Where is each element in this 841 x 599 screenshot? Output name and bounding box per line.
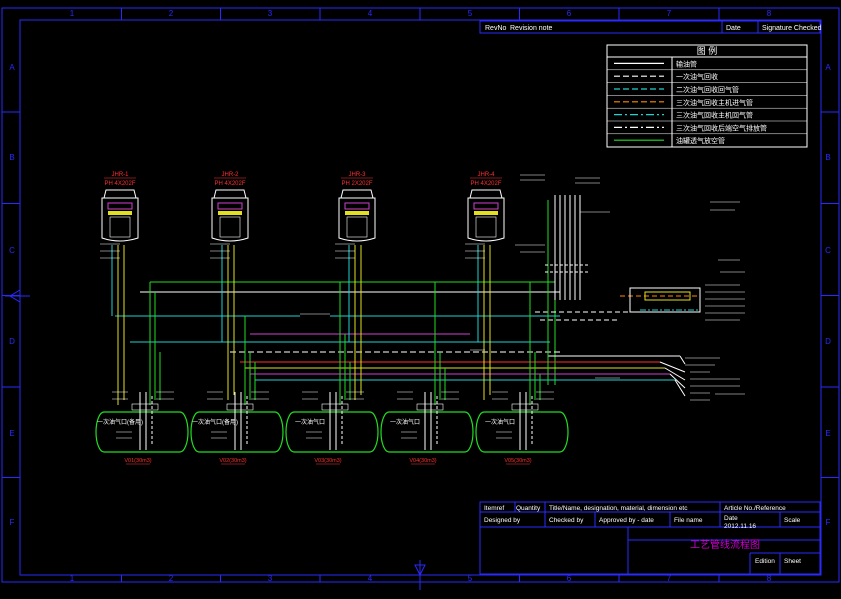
- grid-row-label: C: [825, 246, 831, 255]
- grid-column-label: 5: [468, 9, 473, 18]
- tb-title-name: Title/Name, designation, material, dimen…: [549, 505, 688, 512]
- grid-column-label: 5: [468, 574, 473, 583]
- grid-row-label: E: [9, 429, 14, 438]
- legend-item-label: 输油管: [676, 59, 697, 68]
- dispenser-panel: [345, 211, 369, 215]
- rev-no-label: RevNo: [485, 25, 507, 32]
- grid-row-label: F: [10, 518, 15, 527]
- dispenser-model: PH 2X202F: [341, 181, 372, 187]
- tank-tag: V01(30m3): [124, 458, 151, 464]
- tank-label: 一次油气口: [485, 418, 515, 426]
- dispenser-name: JHR-4: [477, 172, 495, 178]
- tank-tag: V03(30m3): [314, 458, 341, 464]
- legend-title: 图 例: [697, 45, 718, 56]
- tb-edition: Edition: [755, 558, 775, 565]
- tb-sheet: Sheet: [784, 558, 801, 565]
- signature-checked-label: Signature Checked: [762, 25, 822, 32]
- grid-column-label: 8: [767, 9, 772, 18]
- grid-column-label: 3: [268, 574, 273, 583]
- dispenser-panel: [474, 211, 498, 215]
- dispenser-panel: [218, 211, 242, 215]
- tb-checked-by: Checked by: [549, 517, 584, 524]
- tb-item-ref: Itemref: [484, 505, 504, 512]
- drawing-svg: 1 1 2 2 3 3 4 4 5 5 6 6 7 7 8 8 A A B B C C D D E E F F RevNo Revis…: [0, 0, 841, 594]
- tank-tag: V04(30m3): [409, 458, 436, 464]
- grid-row-label: E: [825, 429, 830, 438]
- grid-column-label: 2: [169, 574, 174, 583]
- grid-column-label: 4: [368, 9, 373, 18]
- legend-item-label: 三次油气回收后端空气排放管: [676, 123, 767, 132]
- grid-row-label: A: [9, 63, 15, 72]
- grid-column-label: 7: [667, 574, 672, 583]
- legend-item-label: 一次油气回收: [676, 72, 718, 81]
- tank-label: 一次油气口(备用): [192, 418, 238, 426]
- tb-date-label: Date: [724, 515, 738, 522]
- tank-label: 一次油气口(备用): [97, 418, 143, 426]
- dispenser-model: PH 4X202F: [470, 181, 501, 187]
- grid-row-label: D: [825, 337, 831, 346]
- tank-tag: V05(30m3): [504, 458, 531, 464]
- tb-approved-by: Approved by - date: [599, 517, 654, 524]
- tb-date-value: 2012.11.16: [724, 523, 756, 530]
- dispenser-name: JHR-3: [348, 172, 366, 178]
- grid-column-label: 3: [268, 9, 273, 18]
- grid-column-label: 8: [767, 574, 772, 583]
- grid-column-label: 2: [169, 9, 174, 18]
- legend-item-label: 三次油气回收主机回气管: [676, 111, 753, 120]
- grid-column-label: 6: [567, 9, 572, 18]
- tank-label: 一次油气口: [295, 418, 325, 426]
- revision-note-label: Revision note: [510, 25, 553, 32]
- tank-tag: V02(30m3): [219, 458, 246, 464]
- grid-column-label: 6: [567, 574, 572, 583]
- grid-column-label: 1: [70, 574, 75, 583]
- grid-column-label: 7: [667, 9, 672, 18]
- tb-designed-by: Designed by: [484, 517, 521, 524]
- grid-row-label: A: [825, 63, 831, 72]
- grid-column-label: 1: [70, 9, 75, 18]
- tb-file-name: File name: [674, 517, 703, 524]
- grid-row-label: C: [9, 246, 15, 255]
- grid-row-label: F: [826, 518, 831, 527]
- legend-item-label: 二次油气回收回气管: [676, 85, 739, 94]
- dispenser-model: PH 4X202F: [104, 181, 135, 187]
- dispenser-name: JHR-1: [111, 172, 129, 178]
- revision-date-label: Date: [726, 25, 741, 32]
- tb-article-no: Article No./Reference: [724, 505, 786, 512]
- dispenser-name: JHR-2: [221, 172, 239, 178]
- grid-row-label: B: [825, 153, 830, 162]
- tb-quantity: Quantity: [516, 505, 541, 512]
- legend-item-label: 三次油气回收主机进气管: [676, 98, 753, 107]
- tank-label: 一次油气口: [390, 418, 420, 426]
- drawing-title: 工艺管线流程图: [690, 538, 760, 551]
- dispenser-panel: [108, 211, 132, 215]
- grid-column-label: 4: [368, 574, 373, 583]
- grid-row-label: B: [9, 153, 14, 162]
- tb-scale: Scale: [784, 517, 801, 524]
- grid-row-label: D: [9, 337, 15, 346]
- dispenser-model: PH 4X202F: [214, 181, 245, 187]
- cad-drawing-canvas: 1 1 2 2 3 3 4 4 5 5 6 6 7 7 8 8 A A B B C C D D E E F F RevNo Revis…: [0, 0, 841, 594]
- legend-item-label: 油罐透气放空管: [676, 136, 725, 145]
